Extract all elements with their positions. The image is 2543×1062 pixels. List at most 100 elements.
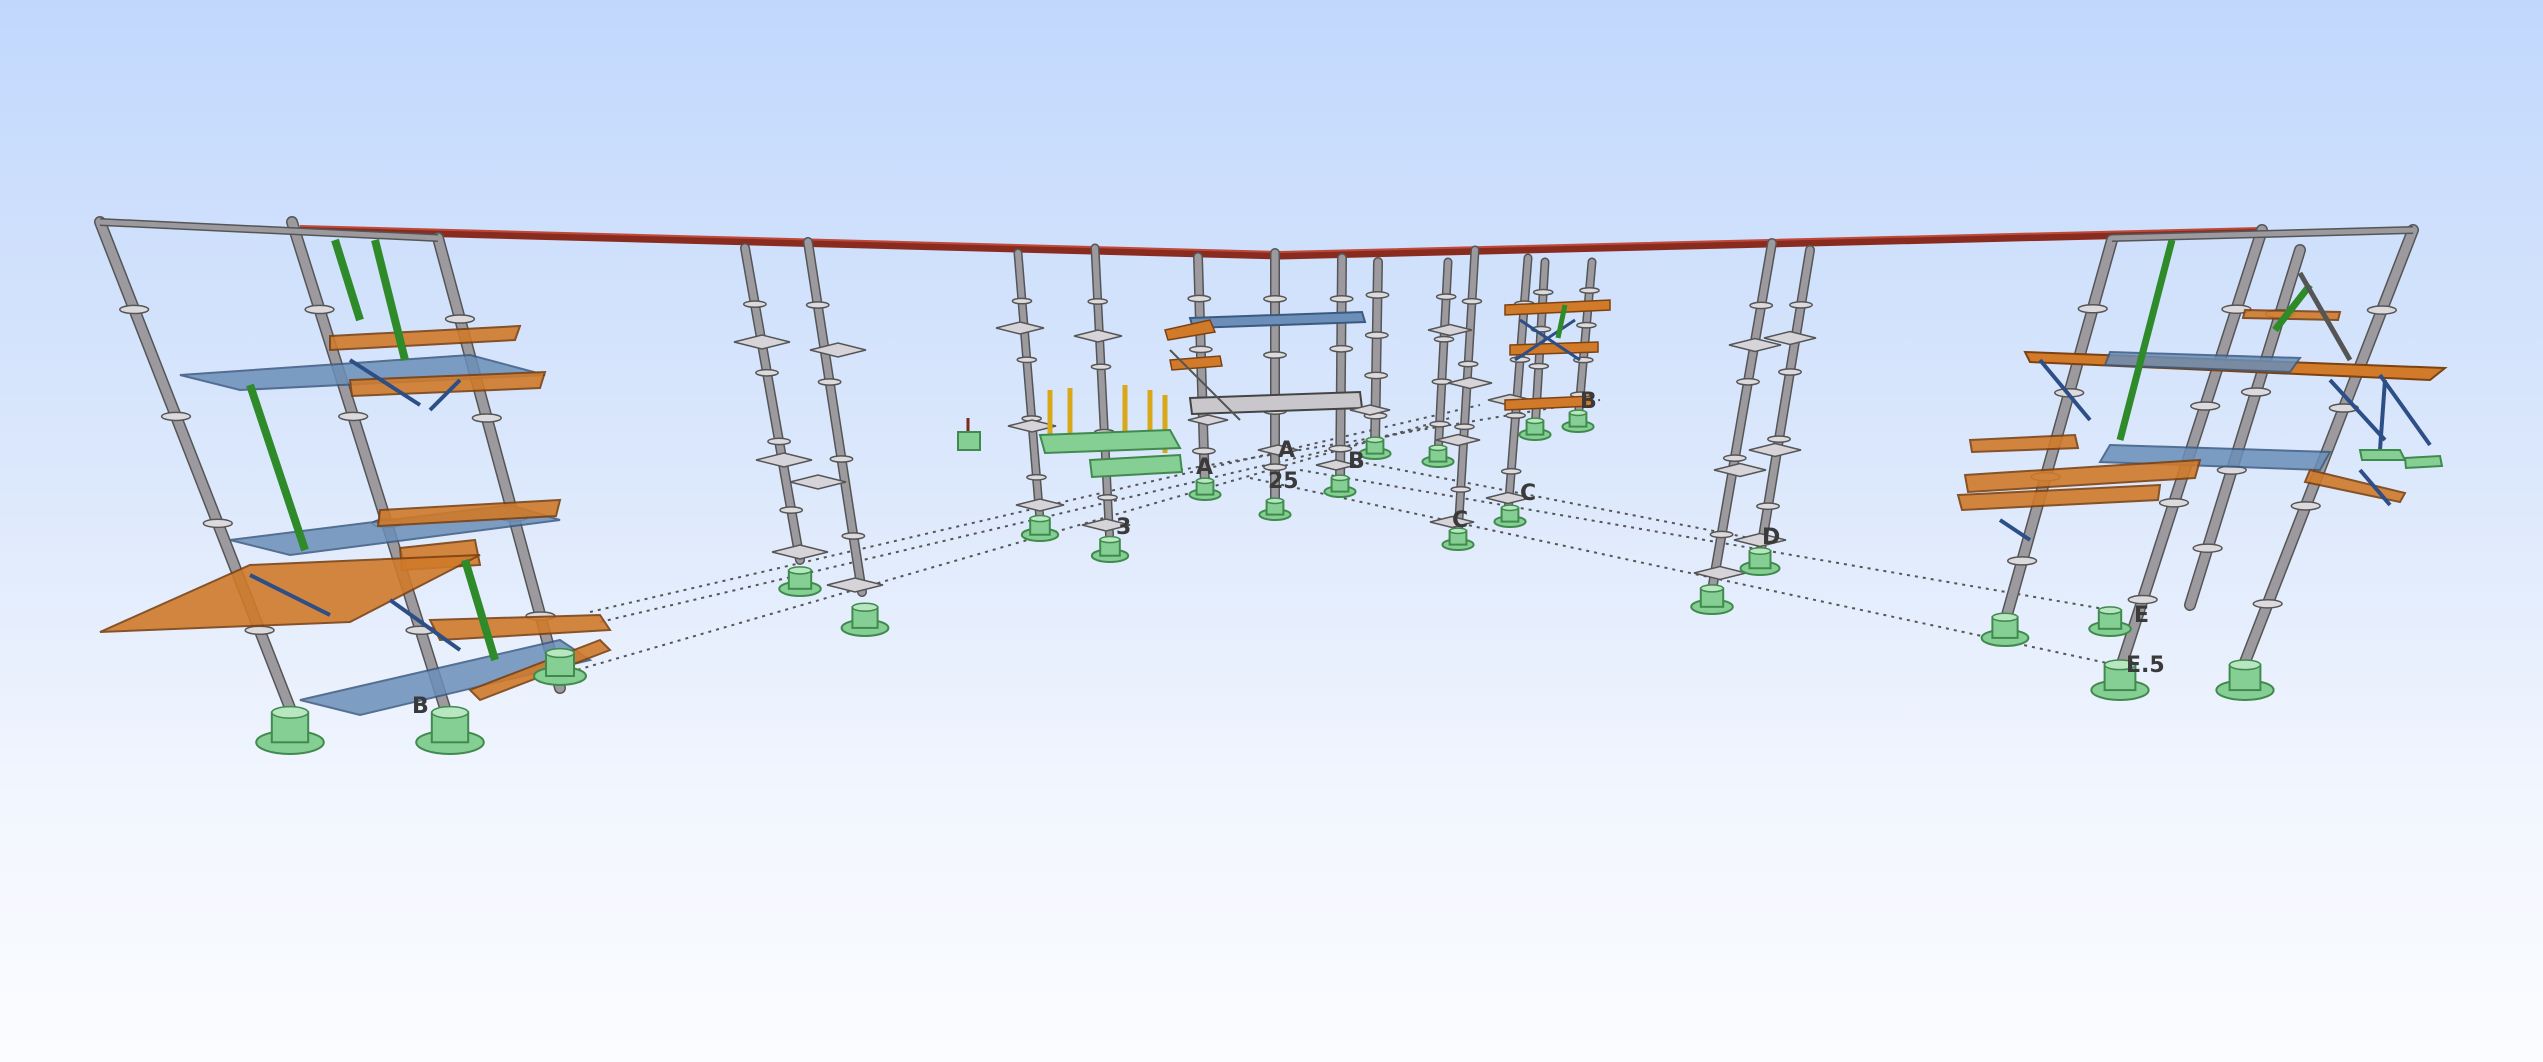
- column-clamp: [1191, 447, 1216, 455]
- column-clamp: [1435, 293, 1457, 301]
- column-clamp: [829, 455, 854, 463]
- column-clamp: [1532, 288, 1554, 296]
- column-clamp: [817, 378, 842, 386]
- center-right-plate: [1447, 376, 1493, 390]
- structural-model-scene[interactable]: B A A 25 3 B C C B D E.5 E: [0, 0, 2543, 1062]
- center-tower-footing-cap: [1365, 436, 1385, 444]
- column-clamp: [742, 300, 767, 309]
- left-tower-green-brace: [331, 238, 364, 322]
- top-beam[interactable]: [299, 225, 2261, 260]
- column-clamp: [767, 437, 792, 446]
- column-clamp: [2190, 401, 2221, 411]
- column-clamp: [1263, 351, 1287, 359]
- column-clamp: [2192, 543, 2223, 554]
- center-right-footing-cap: [1525, 417, 1545, 425]
- column-clamp: [1749, 301, 1774, 310]
- column-clamp: [1709, 530, 1734, 539]
- left-middle-plate: [826, 577, 884, 593]
- column-clamp: [2006, 556, 2038, 566]
- left-middle-plate: [771, 544, 829, 560]
- grid-label-e5: E.5: [2126, 653, 2165, 678]
- center-tower-footing-cap: [1265, 497, 1285, 505]
- 3d-model-viewport[interactable]: B A A 25 3 B C C B D E.5 E: [0, 0, 2543, 1062]
- left-tower-green-brace: [246, 383, 309, 552]
- column-clamp: [1097, 494, 1118, 501]
- column-clamp: [1433, 335, 1455, 343]
- right-tower-footing-cap: [1991, 612, 2019, 622]
- column-clamp: [779, 506, 804, 514]
- left-tower-orange-member: [428, 613, 612, 642]
- center-tower-orange-member: [1164, 319, 1217, 341]
- left-middle-plate: [809, 342, 867, 358]
- left-tower-footing-cap: [545, 647, 575, 659]
- column-clamp: [1329, 344, 1354, 353]
- column-clamp: [2366, 305, 2398, 315]
- column-clamp: [304, 304, 335, 315]
- column-clamp: [1778, 368, 1802, 376]
- grid-label-c-right: C: [1520, 481, 1536, 506]
- right-tower-orange-member: [2303, 468, 2407, 504]
- column-clamp: [1767, 435, 1791, 444]
- left-tower-green-brace: [461, 558, 499, 662]
- right-tower-footing-small: [2403, 454, 2444, 470]
- left-tower-footing-cap: [431, 705, 469, 719]
- right-middle-footing-cap: [1700, 584, 1724, 593]
- column-clamp: [1365, 291, 1390, 299]
- right-tower-footing-small: [2358, 449, 2407, 461]
- column-clamp: [1528, 362, 1550, 370]
- column-clamp: [1461, 297, 1483, 305]
- column-clamp: [1329, 294, 1354, 303]
- column-clamp: [1450, 485, 1472, 493]
- right-tower-orange-member: [1963, 458, 2202, 494]
- gridlines: [569, 399, 2131, 673]
- left-middle-plate: [755, 452, 813, 468]
- right-middle-plate: [1748, 442, 1802, 458]
- grid-label-b-left: B: [412, 694, 429, 719]
- right-tower-green-brace: [2116, 239, 2176, 441]
- column-clamp: [160, 411, 192, 422]
- column-clamp: [119, 304, 150, 315]
- column-clamp: [338, 411, 369, 422]
- column-clamp: [202, 518, 233, 529]
- column-clamp: [805, 301, 830, 309]
- center-right-plate: [1427, 323, 1473, 337]
- column-clamp: [1187, 294, 1212, 303]
- center-left-plate: [1015, 498, 1065, 512]
- column-clamp: [1500, 467, 1522, 475]
- grid-label-a-center-left: A: [1196, 455, 1213, 480]
- column-clamp: [2240, 387, 2272, 397]
- grid-label-d-right: D: [1762, 525, 1780, 550]
- left-tower-column-face: [95, 217, 295, 713]
- left-middle-plate: [733, 334, 791, 350]
- left-tower-footing-cap: [271, 705, 309, 719]
- column-clamp: [1090, 363, 1112, 371]
- green-slab: [1088, 453, 1184, 479]
- column-clamp: [1263, 295, 1287, 303]
- grid-label-c-center: C: [1452, 508, 1468, 533]
- column-clamp: [1789, 301, 1813, 309]
- column-clamp: [1454, 423, 1475, 431]
- grid-label-b-right: B: [1580, 389, 1597, 414]
- center-left-plate: [1073, 329, 1123, 343]
- grid-label-b-center: B: [1348, 449, 1365, 474]
- left-middle-plate: [789, 474, 847, 490]
- right-tower-orange-member: [1968, 433, 2080, 454]
- grid-labels: B A A 25 3 B C C B D E.5 E: [412, 389, 2165, 719]
- column-clamp: [2077, 303, 2108, 314]
- column-clamp: [841, 532, 866, 540]
- gridline: [1349, 459, 1761, 541]
- column-clamp: [1087, 298, 1109, 305]
- center-tower-footing-cap: [1330, 474, 1350, 482]
- column-clamp: [1188, 345, 1213, 354]
- column-clamp: [1756, 502, 1780, 511]
- right-middle-plate: [1713, 462, 1767, 478]
- column-clamp: [1457, 360, 1479, 368]
- column-clamp: [1736, 377, 1760, 386]
- center-right-footing-cap: [1500, 504, 1520, 512]
- column-clamp: [1364, 331, 1389, 340]
- center-left-footing-cap: [1029, 514, 1051, 523]
- column-clamp: [444, 314, 476, 324]
- grid-label-3: 3: [1116, 515, 1131, 540]
- right-middle-plate: [1693, 565, 1747, 581]
- column-clamp: [244, 625, 275, 636]
